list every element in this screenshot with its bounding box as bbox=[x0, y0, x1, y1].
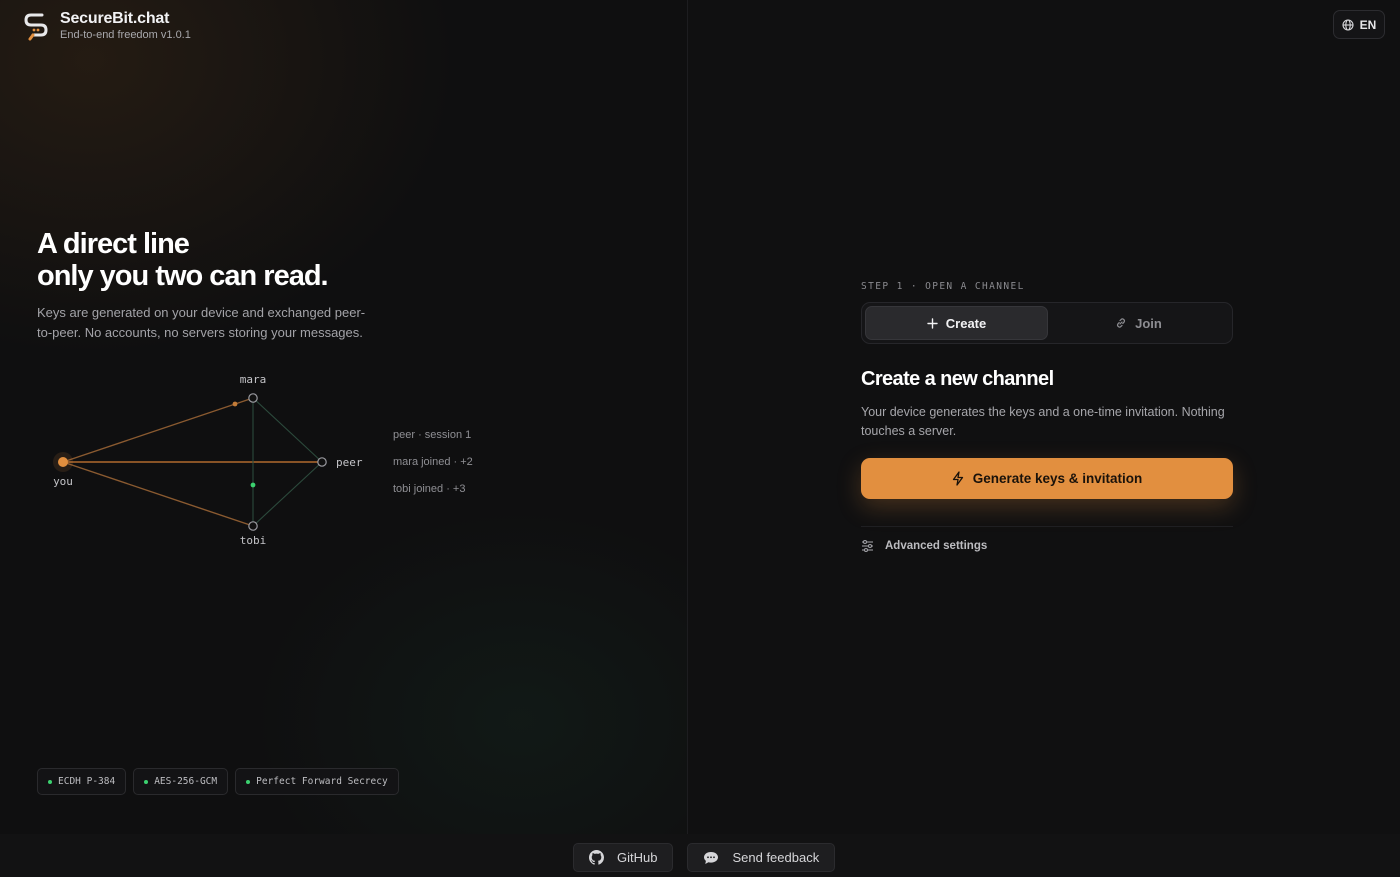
packet-dot bbox=[250, 482, 256, 488]
globe-icon bbox=[1342, 18, 1354, 31]
activity-log: peer · session 1 mara joined · +2 tobi j… bbox=[393, 428, 473, 509]
panel-title: Create a new channel bbox=[861, 368, 1054, 390]
badge-pfs: Perfect Forward Secrecy bbox=[235, 768, 399, 795]
status-dot bbox=[246, 779, 251, 784]
tab-create-label: Create bbox=[945, 315, 987, 331]
badge-label: ECDH P-384 bbox=[58, 776, 116, 787]
step-label: STEP 1 · OPEN A CHANNEL bbox=[861, 281, 1025, 292]
app-tagline: End-to-end freedom v1.0.1 bbox=[60, 29, 191, 41]
node-mara bbox=[248, 393, 258, 403]
panel-subtitle: Your device generates the keys and a one… bbox=[861, 405, 1225, 438]
tab-create[interactable]: Create bbox=[865, 306, 1048, 340]
plus-icon bbox=[927, 317, 938, 329]
packet-dot bbox=[232, 401, 238, 407]
badge-aes: AES-256-GCM bbox=[133, 768, 229, 795]
node-peer bbox=[317, 457, 327, 467]
peer-network-diagram: mara peer you tobi bbox=[53, 373, 363, 547]
hero-title: A direct line only you two can read. bbox=[37, 228, 329, 292]
app-name: SecureBit.chat bbox=[60, 10, 170, 27]
github-icon bbox=[589, 850, 604, 865]
badge-label: Perfect Forward Secrecy bbox=[256, 776, 388, 787]
node-label-peer: peer bbox=[336, 456, 363, 469]
link-you-tobi bbox=[62, 461, 254, 527]
divider bbox=[861, 526, 1233, 527]
link-you-mara bbox=[62, 397, 254, 463]
link-icon bbox=[1117, 318, 1126, 328]
sliders-icon bbox=[862, 540, 873, 552]
hero-title-line-2: only you two can read. bbox=[37, 260, 329, 292]
tab-join-label: Join bbox=[1135, 315, 1162, 331]
bolt-icon bbox=[952, 471, 963, 486]
language-label: EN bbox=[1359, 17, 1377, 32]
github-button[interactable]: GitHub bbox=[573, 843, 674, 872]
generate-keys-label: Generate keys & invitation bbox=[972, 471, 1143, 486]
node-label-tobi: tobi bbox=[240, 534, 267, 547]
hero-subtitle: Keys are generated on your device and ex… bbox=[37, 305, 366, 340]
status-dot bbox=[48, 779, 52, 784]
send-feedback-button[interactable]: Send feedback bbox=[687, 843, 836, 872]
advanced-settings-toggle[interactable]: Advanced settings bbox=[861, 540, 987, 552]
badge-ecdh: ECDH P-384 bbox=[37, 768, 127, 795]
send-feedback-label: Send feedback bbox=[732, 850, 820, 865]
log-item: mara joined · +2 bbox=[393, 456, 473, 468]
hero-title-line-1: A direct line bbox=[37, 228, 190, 260]
link-mara-peer bbox=[252, 397, 323, 463]
chat-icon bbox=[704, 851, 719, 864]
footer: GitHub Send feedback bbox=[573, 843, 836, 872]
node-tobi bbox=[248, 521, 258, 531]
node-you bbox=[58, 457, 68, 467]
language-button[interactable]: EN bbox=[1333, 10, 1385, 39]
status-dot bbox=[144, 779, 149, 784]
logo-icon bbox=[24, 13, 48, 41]
tab-join[interactable]: Join bbox=[1048, 306, 1229, 340]
generate-keys-button[interactable]: Generate keys & invitation bbox=[861, 458, 1233, 499]
mode-tabs: Create Join bbox=[861, 302, 1233, 344]
node-label-mara: mara bbox=[240, 373, 267, 386]
link-tobi-peer bbox=[252, 461, 323, 527]
node-label-you: you bbox=[53, 475, 73, 488]
badge-label: AES-256-GCM bbox=[154, 776, 218, 787]
log-item: peer · session 1 bbox=[393, 429, 472, 441]
crypto-badges: ECDH P-384 AES-256-GCM Perfect Forward S… bbox=[37, 768, 399, 795]
github-label: GitHub bbox=[617, 850, 658, 865]
brand[interactable]: SecureBit.chat End-to-end freedom v1.0.1 bbox=[22, 10, 191, 42]
advanced-settings-label: Advanced settings bbox=[885, 540, 988, 552]
log-item: tobi joined · +3 bbox=[393, 483, 466, 495]
